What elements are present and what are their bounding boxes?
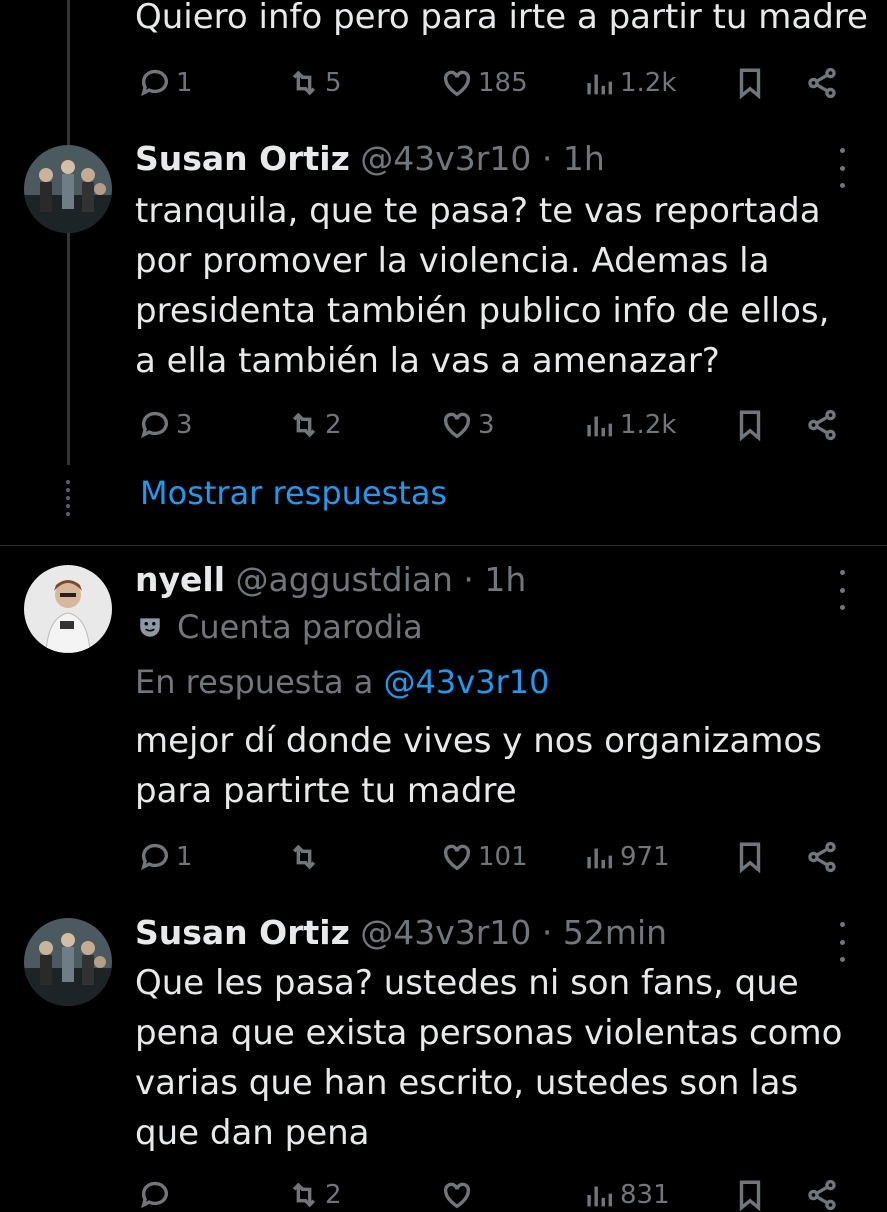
like-button[interactable]: 3 — [440, 408, 495, 442]
views-count: 831 — [620, 1180, 670, 1210]
views-count: 971 — [620, 842, 670, 872]
like-count: 3 — [478, 410, 495, 440]
views-count: 1.2k — [620, 410, 677, 440]
avatar[interactable] — [24, 145, 112, 233]
share-icon — [808, 841, 836, 873]
tweet-text: Quiero info pero para irte a partir tu m… — [135, 0, 868, 37]
tweet-text: mejor dí donde vives y nos organizamos p… — [135, 721, 822, 811]
like-button[interactable]: 101 — [440, 840, 528, 874]
like-icon — [443, 412, 471, 439]
more-icon[interactable] — [832, 922, 852, 962]
views-icon — [587, 848, 613, 869]
like-button[interactable] — [440, 1178, 478, 1212]
reply-icon — [141, 1181, 169, 1209]
repost-button[interactable]: 2 — [287, 408, 342, 442]
display-name[interactable]: nyell — [135, 560, 225, 599]
avatar[interactable] — [24, 565, 112, 653]
display-name[interactable]: Susan Ortiz — [135, 139, 350, 178]
repost-count: 5 — [325, 68, 342, 98]
share-icon — [808, 67, 836, 99]
bookmark-button[interactable] — [733, 408, 767, 442]
share-button[interactable] — [805, 408, 839, 442]
views-icon — [587, 1186, 613, 1207]
like-icon — [443, 844, 471, 871]
like-button[interactable]: 185 — [440, 66, 528, 100]
more-icon[interactable] — [832, 570, 852, 610]
reply-button[interactable] — [138, 1178, 176, 1212]
share-icon — [808, 1179, 836, 1211]
parody-mask-icon — [140, 618, 160, 637]
views-button[interactable]: 1.2k — [582, 66, 676, 100]
reply-icon — [141, 843, 169, 871]
parody-badge: Cuenta parodia — [137, 608, 423, 646]
repost-button[interactable]: 2 — [287, 1178, 342, 1212]
reply-count: 1 — [176, 68, 193, 98]
reply-prefix: En respuesta a — [135, 663, 384, 701]
bookmark-button[interactable] — [733, 1178, 767, 1212]
share-button[interactable] — [805, 1178, 839, 1212]
like-count: 185 — [478, 68, 528, 98]
handle-and-time[interactable]: @aggustdian · 1h — [236, 560, 527, 599]
bookmark-icon — [739, 842, 761, 874]
tweet-header: nyell @aggustdian · 1h — [135, 560, 526, 600]
reply-to-link[interactable]: @43v3r10 — [384, 663, 550, 701]
views-count: 1.2k — [620, 68, 677, 98]
views-icon — [587, 74, 613, 95]
reply-icon — [141, 411, 169, 439]
views-button[interactable]: 1.2k — [582, 408, 676, 442]
views-icon — [587, 416, 613, 437]
bookmark-icon — [739, 410, 761, 442]
tweet-header: Susan Ortiz @43v3r10 · 1h — [135, 139, 605, 179]
show-replies-link[interactable]: Mostrar respuestas — [140, 474, 447, 512]
handle-and-time[interactable]: @43v3r10 · 1h — [360, 139, 604, 178]
reply-button[interactable]: 3 — [138, 408, 193, 442]
reply-count: 1 — [176, 842, 193, 872]
tweet-header: Susan Ortiz @43v3r10 · 52min — [135, 913, 667, 953]
repost-button[interactable]: 5 — [287, 66, 342, 100]
repost-icon — [292, 1182, 316, 1208]
bookmark-icon — [739, 1180, 761, 1212]
more-icon[interactable] — [832, 148, 852, 188]
tweet-text: tranquila, que te pasa? te vas reportada… — [135, 191, 830, 381]
thread-continuation-dots — [66, 480, 70, 516]
like-icon — [443, 1182, 471, 1209]
share-icon — [808, 409, 836, 441]
divider — [0, 545, 887, 546]
share-button[interactable] — [805, 66, 839, 100]
tweet-text: Que les pasa? ustedes ni son fans, que p… — [135, 963, 843, 1153]
parody-label: Cuenta parodia — [177, 608, 423, 646]
repost-icon — [292, 70, 316, 96]
avatar[interactable] — [24, 918, 112, 1006]
repost-button[interactable] — [287, 840, 325, 874]
views-button[interactable]: 971 — [582, 840, 670, 874]
reply-count: 3 — [176, 410, 193, 440]
bookmark-button[interactable] — [733, 840, 767, 874]
repost-icon — [292, 412, 316, 438]
views-button[interactable]: 831 — [582, 1178, 670, 1212]
repost-icon — [292, 844, 316, 870]
reply-context: En respuesta a @43v3r10 — [135, 663, 549, 701]
repost-count: 2 — [325, 410, 342, 440]
handle-and-time[interactable]: @43v3r10 · 52min — [360, 913, 667, 952]
bookmark-button[interactable] — [733, 66, 767, 100]
share-button[interactable] — [805, 840, 839, 874]
bookmark-icon — [739, 68, 761, 100]
reply-button[interactable]: 1 — [138, 66, 193, 100]
reply-button[interactable]: 1 — [138, 840, 193, 874]
display-name[interactable]: Susan Ortiz — [135, 913, 350, 952]
repost-count: 2 — [325, 1180, 342, 1210]
reply-icon — [141, 69, 169, 97]
like-icon — [443, 70, 471, 97]
like-count: 101 — [478, 842, 528, 872]
